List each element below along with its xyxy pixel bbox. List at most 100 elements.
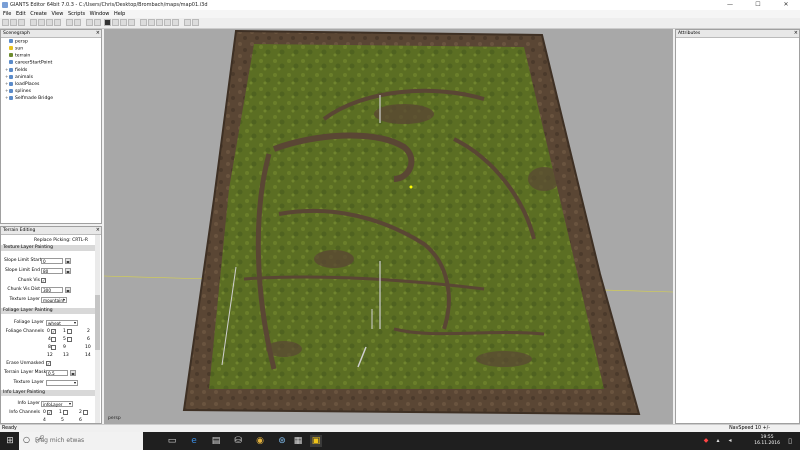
tree-item-fields[interactable]: + fields [5, 67, 27, 73]
arrows-icon[interactable]: ◂▸ [65, 268, 71, 274]
edge-browser-icon[interactable]: e [188, 435, 200, 447]
close-icon[interactable]: × [794, 30, 798, 37]
maximize-button[interactable]: ☐ [744, 0, 772, 10]
redo-icon[interactable] [74, 19, 81, 26]
store-icon[interactable]: ⛁ [232, 435, 244, 447]
settings-icon[interactable] [184, 19, 191, 26]
menu-scripts[interactable]: Scripts [68, 10, 85, 18]
scenegraph-panel: Scenegraph × persp sun terrain careerStar… [0, 29, 102, 224]
foliage-channel-checkbox[interactable] [51, 337, 56, 342]
minimize-button[interactable]: — [716, 0, 744, 10]
tree-item-terrain[interactable]: terrain [5, 53, 30, 59]
task-view-icon[interactable]: ▭ [166, 435, 178, 447]
scale-icon[interactable] [128, 19, 135, 26]
tree-item-animals[interactable]: + animals [5, 74, 33, 80]
action-center-icon[interactable]: ▯ [784, 435, 796, 447]
open-file-icon[interactable] [10, 19, 17, 26]
translate-icon[interactable] [112, 19, 119, 26]
close-button[interactable]: ✕ [772, 0, 800, 10]
camera-icon[interactable] [192, 19, 199, 26]
texture-layer-painting-header[interactable]: Texture Layer Painting [1, 245, 95, 251]
tree-item-careerstartpoint[interactable]: careerStartPoint [5, 60, 52, 66]
microphone-icon[interactable]: 🎤︎ [35, 435, 138, 444]
foliage-paint-icon[interactable] [156, 19, 163, 26]
arrows-icon[interactable]: ◂▸ [65, 258, 71, 264]
giants-editor-taskbar-icon[interactable]: ▣ [310, 435, 322, 447]
foliage-channel-checkbox[interactable] [51, 345, 56, 350]
info-channel-checkbox[interactable] [63, 410, 68, 415]
app-icon[interactable]: ▦ [292, 435, 304, 447]
info-layer-select[interactable]: infoLayer [41, 401, 73, 407]
file-explorer-icon[interactable]: ▤ [210, 435, 222, 447]
erase-unmasked-checkbox[interactable]: ✓ [46, 361, 51, 366]
search-box[interactable]: ○ Frag mich etwas 🎤︎ [19, 432, 143, 450]
menu-view[interactable]: View [51, 10, 63, 18]
menu-window[interactable]: Window [90, 10, 110, 18]
arrows-icon[interactable]: ◂▸ [65, 287, 71, 293]
info-layer-painting-header[interactable]: Info Layer Painting [1, 390, 95, 396]
new-file-icon[interactable] [2, 19, 9, 26]
tree-item-loadplaces[interactable]: + loadPlaces [5, 81, 39, 87]
info-channels-label: Info Channels [9, 410, 40, 415]
foliage-layer-label: Foliage Layer [13, 320, 44, 325]
attributes-panel: Attributes × [675, 29, 800, 424]
menu-file[interactable]: File [3, 10, 11, 18]
info-channel-5: 5 [61, 418, 64, 423]
windows-start-icon[interactable]: ⊞ [4, 435, 16, 447]
rotate-icon[interactable] [120, 19, 127, 26]
soil-patch [266, 341, 302, 357]
terrain-paint-icon[interactable] [148, 19, 155, 26]
steam-icon[interactable]: ⊛ [276, 435, 288, 447]
foliage-channel-checkbox[interactable] [67, 329, 72, 334]
menu-edit[interactable]: Edit [16, 10, 26, 18]
network-icon[interactable]: ▴ [712, 435, 724, 447]
tree-item-selfmade-bridge[interactable]: + Selfmade Bridge [5, 95, 53, 101]
foliage-layer-painting-header[interactable]: Foliage Layer Painting [1, 308, 95, 314]
info-channel-checkbox[interactable] [83, 410, 88, 415]
terrain-sculpt-icon[interactable] [140, 19, 147, 26]
close-icon[interactable]: × [96, 30, 100, 37]
notification-area-icon[interactable]: ◆ [700, 435, 712, 447]
menu-help[interactable]: Help [114, 10, 125, 18]
save-icon[interactable] [18, 19, 25, 26]
select-icon[interactable] [86, 19, 93, 26]
scrollbar[interactable] [95, 235, 100, 423]
paste-icon[interactable] [46, 19, 53, 26]
foliage-layer-select[interactable]: wheat [46, 320, 78, 326]
terrain-layer-mask-input[interactable]: 0.5 [46, 370, 68, 376]
foliage-channel-13: 13 [63, 353, 69, 358]
delete-icon[interactable] [54, 19, 61, 26]
3d-viewport[interactable]: persp [104, 29, 673, 424]
info-layer-icon[interactable] [172, 19, 179, 26]
volume-icon[interactable]: ◂ [724, 435, 736, 447]
move-icon[interactable] [94, 19, 101, 26]
soil-patch [374, 104, 434, 124]
clock[interactable]: 19:55 16.11.2016 [754, 435, 780, 447]
group-icon [9, 95, 13, 100]
foliage-channel-checkbox[interactable] [67, 337, 72, 342]
undo-icon[interactable] [66, 19, 73, 26]
group-icon [9, 81, 13, 86]
texture-paint-icon[interactable] [164, 19, 171, 26]
texture-layer-2-select[interactable] [46, 380, 78, 386]
scrollbar-thumb[interactable] [95, 295, 100, 350]
arrows-icon[interactable]: ◂▸ [70, 370, 76, 376]
tree-item-persp[interactable]: persp [5, 39, 28, 45]
chunk-vis-dist-label: Chunk Vis Dist [7, 287, 40, 292]
cut-icon[interactable] [30, 19, 37, 26]
slope-limit-end-input[interactable]: 80 [41, 268, 63, 274]
tree-item-sun[interactable]: sun [5, 46, 23, 52]
play-icon[interactable] [104, 19, 111, 26]
slope-limit-start-input[interactable]: 0 [41, 258, 63, 264]
menu-create[interactable]: Create [30, 10, 47, 18]
info-channel-6: 6 [79, 418, 82, 423]
info-channel-checkbox[interactable]: ✓ [47, 410, 52, 415]
chrome-icon[interactable]: ◉ [254, 435, 266, 447]
texture-layer-select[interactable]: mountainl [41, 297, 67, 303]
copy-icon[interactable] [38, 19, 45, 26]
tree-item-splines[interactable]: + splines [5, 88, 31, 94]
foliage-channel-checkbox[interactable]: ✓ [51, 329, 56, 334]
chunk-vis-dist-input[interactable]: 300 [41, 287, 63, 293]
close-icon[interactable]: × [96, 227, 100, 234]
chunk-vis-checkbox[interactable]: ✓ [41, 278, 46, 283]
